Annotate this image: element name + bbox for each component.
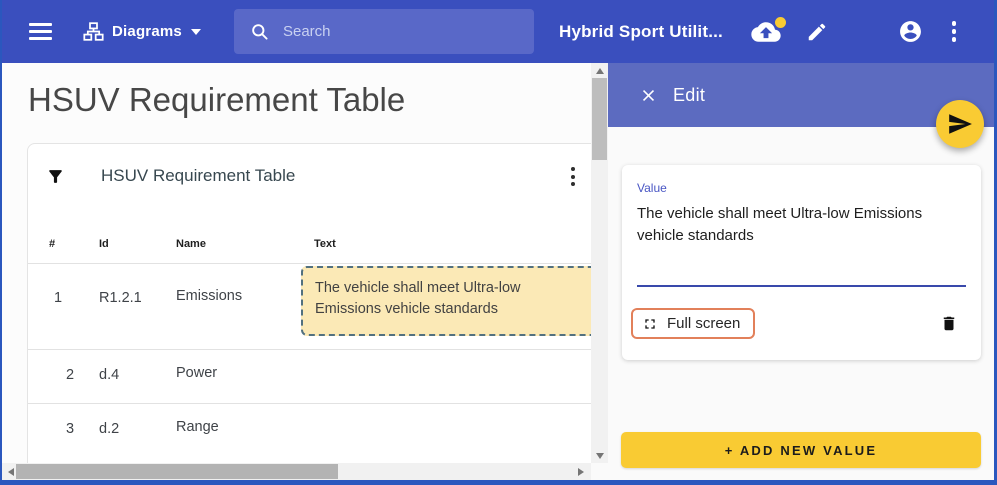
scroll-right-icon[interactable]: [572, 463, 589, 480]
account-icon[interactable]: [898, 19, 923, 44]
cell-num: 2: [66, 367, 74, 383]
column-header-text: Text: [314, 238, 336, 250]
value-field-text[interactable]: The vehicle shall meet Ultra-low Emissio…: [637, 203, 966, 247]
column-header-num: #: [49, 238, 55, 250]
chevron-down-icon: [191, 29, 201, 35]
column-header-id: Id: [99, 238, 109, 250]
cell-name: Emissions: [176, 288, 242, 304]
apps-grid-icon[interactable]: [853, 22, 873, 42]
value-field-label: Value: [637, 181, 966, 195]
value-card: Value The vehicle shall meet Ultra-low E…: [622, 165, 981, 360]
document-title: Hybrid Sport Utilit...: [559, 22, 723, 42]
vertical-scrollbar[interactable]: [591, 63, 608, 463]
diagrams-label: Diagrams: [112, 23, 182, 40]
topbar-actions: [751, 19, 961, 44]
edit-panel: Edit Value The vehicle shall meet Ultra-…: [608, 63, 994, 480]
cell-num: 1: [54, 290, 62, 306]
fullscreen-label: Full screen: [667, 315, 740, 332]
content-column: HSUV Requirement Table HSUV Requirement …: [2, 63, 591, 480]
cloud-upload-icon[interactable]: [751, 21, 781, 43]
send-icon: [947, 111, 973, 137]
notification-badge: [775, 17, 786, 28]
scrollbar-corner: [591, 463, 608, 480]
main-area: HSUV Requirement Table HSUV Requirement …: [2, 63, 994, 480]
cell-id: d.4: [99, 367, 119, 383]
cell-id: R1.2.1: [99, 290, 142, 306]
table-title: HSUV Requirement Table: [101, 166, 295, 186]
table-header-row: # Id Name Text: [28, 232, 591, 264]
close-icon[interactable]: [639, 86, 658, 105]
menu-icon[interactable]: [29, 18, 52, 44]
overflow-menu-icon[interactable]: [948, 21, 961, 42]
column-header-name: Name: [176, 238, 206, 250]
document-pane: HSUV Requirement Table HSUV Requirement …: [2, 63, 591, 463]
scroll-up-icon[interactable]: [591, 63, 608, 78]
edit-pencil-icon[interactable]: [806, 21, 828, 43]
cell-id: d.2: [99, 421, 119, 437]
cell-num: 3: [66, 421, 74, 437]
horizontal-scrollbar[interactable]: [2, 463, 591, 480]
cell-text: The vehicle shall meet Ultra-low Emissio…: [315, 280, 521, 317]
requirement-table-card: HSUV Requirement Table # Id Name Text 1 …: [27, 143, 591, 463]
value-card-controls: Full screen: [631, 308, 966, 339]
cell-name: Range: [176, 419, 219, 435]
delete-button[interactable]: [940, 313, 958, 334]
table-row[interactable]: 1 R1.2.1 Emissions The vehicle shall mee…: [28, 264, 591, 350]
scroll-down-icon[interactable]: [591, 448, 608, 463]
table-menu-icon[interactable]: [565, 165, 581, 188]
fullscreen-button[interactable]: Full screen: [631, 308, 755, 339]
search-input[interactable]: Search: [234, 9, 534, 54]
text-field-underline: [637, 285, 966, 287]
horizontal-scroll-thumb[interactable]: [16, 464, 338, 479]
search-placeholder: Search: [283, 23, 331, 40]
vertical-scroll-area: [591, 63, 608, 480]
add-new-value-button[interactable]: + ADD NEW VALUE: [621, 432, 981, 468]
fullscreen-icon: [642, 316, 658, 332]
vertical-scroll-thumb[interactable]: [592, 78, 607, 160]
send-button[interactable]: [936, 100, 984, 148]
app-window: Diagrams Search Hybrid Sport Utilit...: [0, 0, 997, 485]
filter-icon[interactable]: [46, 167, 65, 191]
selected-text-cell[interactable]: The vehicle shall meet Ultra-low Emissio…: [301, 266, 591, 336]
search-icon: [250, 22, 269, 41]
delete-icon: [940, 313, 958, 334]
page-title: HSUV Requirement Table: [2, 63, 591, 119]
table-row[interactable]: 2 d.4 Power: [28, 350, 591, 404]
top-app-bar: Diagrams Search Hybrid Sport Utilit...: [2, 0, 994, 63]
cell-name: Power: [176, 365, 217, 381]
horizontal-scroll-area: [2, 463, 591, 480]
diagram-tree-icon: [83, 21, 104, 42]
edit-panel-title: Edit: [673, 85, 705, 106]
table-row[interactable]: 3 d.2 Range: [28, 404, 591, 458]
diagrams-menu[interactable]: Diagrams: [83, 21, 201, 42]
